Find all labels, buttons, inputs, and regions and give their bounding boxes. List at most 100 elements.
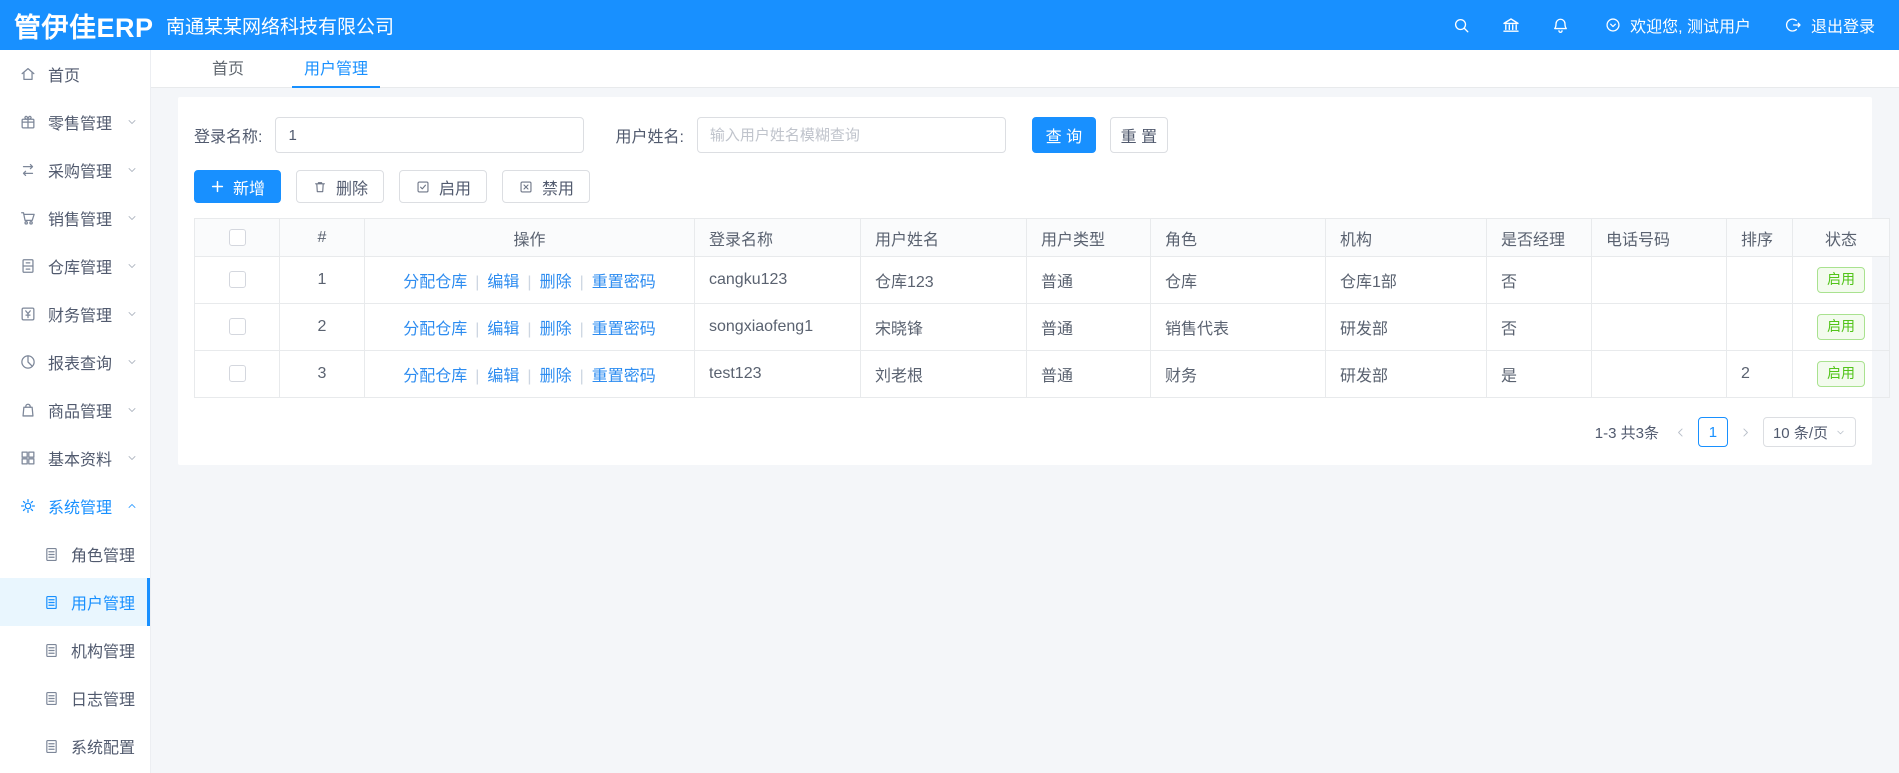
user-name-input[interactable] [696,117,1006,153]
cell-phone [1591,350,1727,398]
reset-password-link[interactable]: 重置密码 [592,368,656,385]
document-icon [43,690,60,707]
delete-link[interactable]: 删除 [540,321,572,338]
sidebar-item-purchase[interactable]: 采购管理 [0,146,150,194]
assign-warehouse-link[interactable]: 分配仓库 [403,321,467,338]
sidebar-item-log-mgmt[interactable]: 日志管理 [0,674,150,722]
assign-warehouse-link[interactable]: 分配仓库 [403,274,467,291]
assign-warehouse-link[interactable]: 分配仓库 [403,368,467,385]
row-checkbox[interactable] [228,365,246,383]
cell-org: 仓库1部 [1325,256,1487,304]
row-actions: 分配仓库 | 编辑 | 删除 | 重置密码 [364,256,695,304]
cell-type: 普通 [1026,303,1151,351]
reset-password-link[interactable]: 重置密码 [592,274,656,291]
col-type: 用户类型 [1026,218,1151,257]
cell-sort: 2 [1726,350,1793,398]
logout-button[interactable]: 退出登录 [1785,13,1875,37]
bell-icon[interactable] [1551,16,1570,35]
check-square-icon [415,179,431,195]
sidebar-item-warehouse[interactable]: 仓库管理 [0,242,150,290]
cell-name: 刘老根 [860,350,1027,398]
tab-home[interactable]: 首页 [200,50,256,88]
header-actions: 欢迎您, 测试用户 退出登录 [1422,13,1899,37]
chevron-down-icon [126,404,138,416]
sidebar-item-role-mgmt[interactable]: 角色管理 [0,530,150,578]
cell-phone [1591,256,1727,304]
row-checkbox[interactable] [228,271,246,289]
col-index: # [279,218,365,257]
disable-button[interactable]: 禁用 [502,170,591,203]
cell-sort [1726,303,1793,351]
login-name-input[interactable] [275,117,585,153]
edit-link[interactable]: 编辑 [487,274,519,291]
home-icon [19,65,37,83]
delete-button[interactable]: 删除 [296,170,385,203]
user-menu[interactable]: 欢迎您, 测试用户 [1604,13,1751,37]
page-size-select[interactable]: 10 条/页 [1762,417,1856,447]
row-index: 3 [279,350,365,398]
pagination: 1-3 共3条 1 10 条/页 [194,417,1856,447]
user-circle-icon [1606,18,1620,32]
status-badge: 启用 [1817,314,1865,340]
shop-bag-icon [19,113,37,131]
table-row: 3 分配仓库 | 编辑 | 删除 | 重置密码 test123 刘老根 普通 财务 研发部 … [194,350,1890,398]
swap-arrows-icon [19,161,37,179]
user-name-label: 用户姓名: [615,129,684,146]
chevron-down-icon [126,116,138,128]
logout-label: 退出登录 [1810,19,1875,36]
prev-page-button[interactable] [1674,426,1687,439]
shopping-bag-icon [19,401,37,419]
col-login: 登录名称 [694,218,861,257]
delete-link[interactable]: 删除 [540,274,572,291]
page-number[interactable]: 1 [1697,417,1728,447]
grid-icon [19,449,37,467]
reset-button[interactable]: 重 置 [1109,117,1168,153]
col-org: 机构 [1325,218,1487,257]
col-status: 状态 [1792,218,1890,257]
cell-login: test123 [694,350,861,398]
sidebar-item-finance[interactable]: 财务管理 [0,290,150,338]
sidebar-item-home[interactable]: 首页 [0,50,150,98]
sidebar-item-retail[interactable]: 零售管理 [0,98,150,146]
query-button[interactable]: 查 询 [1031,117,1096,153]
yuan-square-icon [19,305,37,323]
welcome-text: 欢迎您, 测试用户 [1630,19,1751,36]
cell-sort [1726,256,1793,304]
sidebar-item-system[interactable]: 系统管理 [0,482,150,530]
tab-user-mgmt[interactable]: 用户管理 [292,50,381,88]
cell-name: 宋晓锋 [860,303,1027,351]
search-icon[interactable] [1452,16,1471,35]
add-button[interactable]: 新增 [194,170,282,203]
pie-chart-icon [19,353,37,371]
row-checkbox[interactable] [228,318,246,336]
select-all-checkbox[interactable] [228,228,246,246]
cell-role: 财务 [1150,350,1326,398]
trash-icon [312,179,328,195]
sidebar-item-system-config[interactable]: 系统配置 [0,722,150,770]
row-actions: 分配仓库 | 编辑 | 删除 | 重置密码 [364,350,695,398]
content: 登录名称: 用户姓名: 查 询 重 置 新增 删除 启用 [151,88,1899,465]
sidebar-item-basic-data[interactable]: 基本资料 [0,434,150,482]
reset-password-link[interactable]: 重置密码 [592,321,656,338]
edit-link[interactable]: 编辑 [487,321,519,338]
main-area: 首页 用户管理 登录名称: 用户姓名: 查 询 重 置 新增 [151,50,1899,773]
row-index: 1 [279,256,365,304]
table-row: 2 分配仓库 | 编辑 | 删除 | 重置密码 songxiaofeng1 宋晓锋 普通 销… [194,303,1890,351]
delete-link[interactable]: 删除 [540,368,572,385]
cell-name: 仓库123 [860,256,1027,304]
bank-icon[interactable] [1501,15,1521,35]
sidebar-item-user-mgmt[interactable]: 用户管理 [0,578,150,626]
sidebar-item-sales[interactable]: 销售管理 [0,194,150,242]
document-icon [43,594,60,611]
sidebar-item-org-mgmt[interactable]: 机构管理 [0,626,150,674]
chevron-up-icon [126,500,138,512]
table-header-row: # 操作 登录名称 用户姓名 用户类型 角色 机构 是否经理 电话号码 排序 状… [194,218,1890,257]
cell-manager: 否 [1486,303,1592,351]
enable-button[interactable]: 启用 [399,170,488,203]
next-page-button[interactable] [1739,426,1752,439]
edit-link[interactable]: 编辑 [487,368,519,385]
sidebar-item-goods[interactable]: 商品管理 [0,386,150,434]
col-manager: 是否经理 [1486,218,1592,257]
x-square-icon [518,179,534,195]
sidebar-item-reports[interactable]: 报表查询 [0,338,150,386]
